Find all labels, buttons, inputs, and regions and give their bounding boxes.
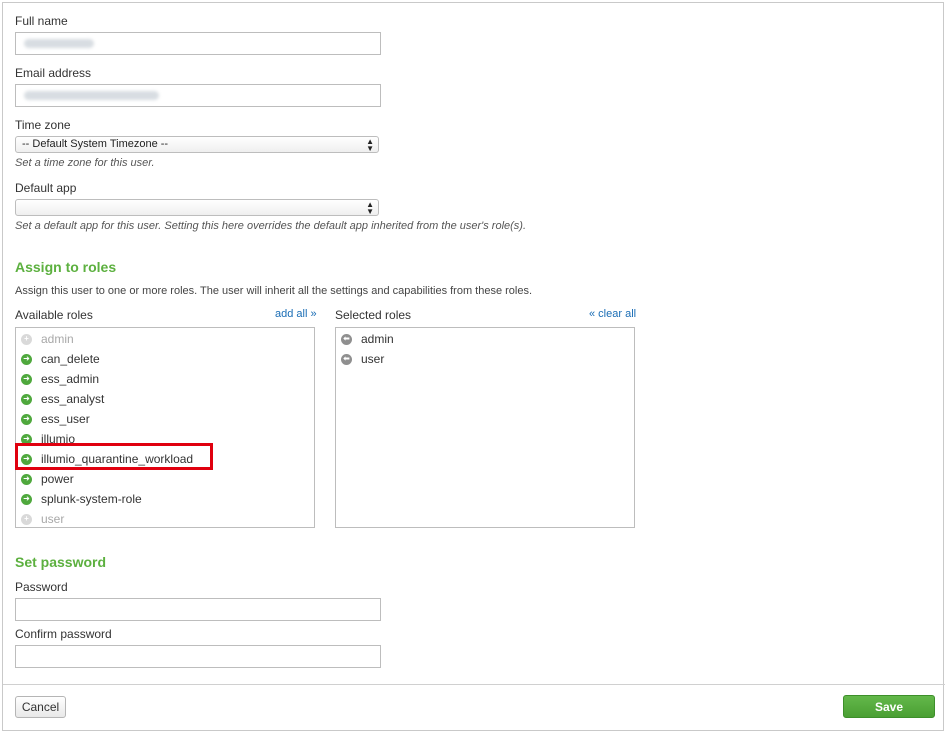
role-name: user (361, 352, 385, 366)
time-zone-select[interactable]: -- Default System Timezone -- ▲ ▼ (15, 136, 379, 153)
remove-arrow-icon: ⬅ (341, 353, 352, 365)
default-app-help: Set a default app for this user. Setting… (15, 220, 527, 232)
available-role-item[interactable]: ➜ ess_analyst (16, 389, 314, 409)
available-role-item[interactable]: ➜ ess_user (16, 409, 314, 429)
default-app-select[interactable]: ▲ ▼ (15, 199, 379, 216)
available-roles-list: + admin ➜ can_delete ➜ ess_admin ➜ ess_a… (15, 327, 315, 528)
role-name: user (41, 512, 65, 526)
role-name: ess_user (41, 412, 90, 426)
password-label: Password (15, 580, 68, 594)
selected-roles-label: Selected roles (335, 308, 412, 322)
available-role-item[interactable]: ➜ splunk-system-role (16, 489, 314, 509)
time-zone-label: Time zone (15, 118, 71, 132)
assign-roles-description: Assign this user to one or more roles. T… (15, 285, 533, 297)
assign-roles-title: Assign to roles (15, 259, 117, 275)
add-arrow-icon: ➜ (21, 353, 32, 365)
add-icon: + (21, 333, 32, 345)
role-name: illumio (41, 432, 76, 446)
add-arrow-icon: ➜ (21, 413, 32, 425)
add-arrow-icon: ➜ (21, 453, 32, 465)
password-input[interactable] (15, 598, 381, 621)
add-arrow-icon: ➜ (21, 433, 32, 445)
email-input[interactable] (15, 84, 381, 107)
available-role-item: + admin (16, 329, 314, 349)
add-arrow-icon: ➜ (21, 373, 32, 385)
redacted-email (24, 91, 159, 100)
selected-roles-list: ⬅ admin ⬅ user (335, 327, 635, 528)
select-arrows-icon: ▲ ▼ (366, 200, 374, 216)
selected-role-item[interactable]: ⬅ admin (336, 329, 634, 349)
cancel-button[interactable]: Cancel (15, 696, 66, 718)
select-arrows-icon: ▲ ▼ (366, 137, 374, 153)
role-name: power (41, 472, 74, 486)
clear-all-link[interactable]: « clear all (589, 308, 636, 320)
role-name: admin (41, 332, 74, 346)
redacted-name (24, 39, 94, 48)
add-arrow-icon: ➜ (21, 473, 32, 485)
role-name: can_delete (41, 352, 100, 366)
confirm-password-input[interactable] (15, 645, 381, 668)
role-name: admin (361, 332, 394, 346)
available-role-item[interactable]: ➜ ess_admin (16, 369, 314, 389)
remove-arrow-icon: ⬅ (341, 333, 352, 345)
full-name-input[interactable] (15, 32, 381, 55)
available-role-item[interactable]: ➜ power (16, 469, 314, 489)
time-zone-selected: -- Default System Timezone -- (22, 138, 169, 150)
selected-role-item[interactable]: ⬅ user (336, 349, 634, 369)
add-arrow-icon: ➜ (21, 393, 32, 405)
available-roles-label: Available roles (15, 308, 93, 322)
full-name-label: Full name (15, 14, 68, 28)
confirm-password-label: Confirm password (15, 627, 112, 641)
role-name: ess_admin (41, 372, 100, 386)
add-icon: + (21, 513, 32, 525)
time-zone-help: Set a time zone for this user. (15, 157, 155, 169)
available-role-item-highlighted[interactable]: ➜ illumio_quarantine_workload (16, 449, 314, 469)
add-arrow-icon: ➜ (21, 493, 32, 505)
available-role-item: + user (16, 509, 314, 529)
role-name: ess_analyst (41, 392, 105, 406)
role-name: splunk-system-role (41, 492, 142, 506)
footer-divider (3, 684, 945, 685)
save-button[interactable]: Save (843, 695, 935, 718)
default-app-label: Default app (15, 181, 77, 195)
email-label: Email address (15, 66, 92, 80)
set-password-title: Set password (15, 554, 107, 570)
role-name: illumio_quarantine_workload (41, 452, 194, 466)
available-role-item[interactable]: ➜ can_delete (16, 349, 314, 369)
available-role-item[interactable]: ➜ illumio (16, 429, 314, 449)
add-all-link[interactable]: add all » (275, 308, 317, 320)
